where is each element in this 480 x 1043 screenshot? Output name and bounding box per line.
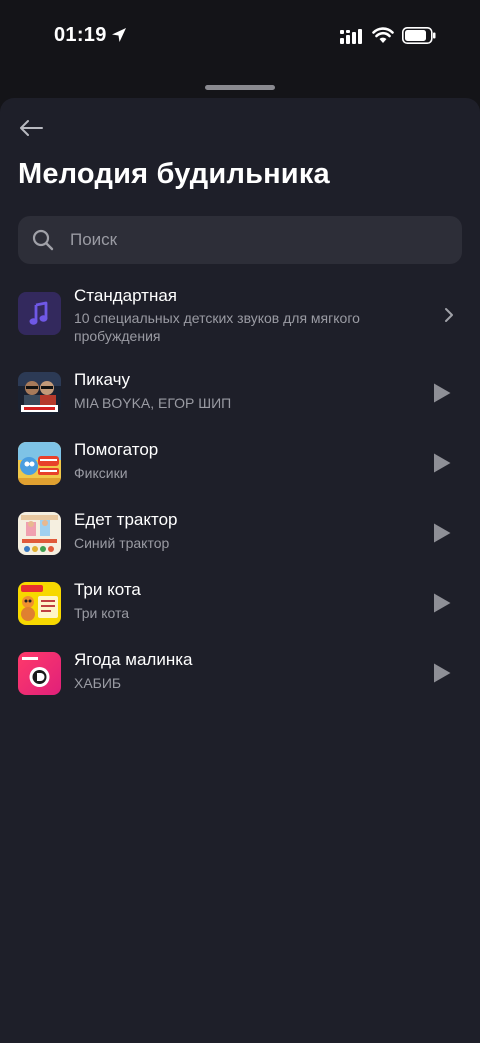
status-bar: 01:19 [0,0,480,70]
list-item-track[interactable]: Ягода малинка ХАБИБ [0,650,480,698]
track-artist: Три кота [74,605,130,621]
page-title: Мелодия будильника [18,158,330,190]
music-note-icon [29,301,48,325]
wifi-icon [372,27,394,43]
track-title: Пикачу [74,370,130,389]
track-title: Едет трактор [74,510,178,529]
play-icon[interactable] [432,662,452,684]
search-bar[interactable] [18,216,462,264]
search-input[interactable] [70,216,450,264]
album-art-image [18,582,61,625]
track-cover-pomogator [18,442,61,485]
cellular-signal-icon [340,29,362,44]
album-art-image [18,652,61,695]
location-arrow-icon [112,28,126,42]
standard-subtitle: 10 специальных детских звуков для мягког… [74,310,360,344]
album-art-image [18,442,61,485]
track-artist: ХАБИБ [74,675,122,691]
play-icon[interactable] [432,382,452,404]
play-icon[interactable] [432,452,452,474]
list-item-track[interactable]: Едет трактор Синий трактор [0,510,480,558]
play-icon[interactable] [432,592,452,614]
track-artist: MIA BOYKA, ЕГОР ШИП [74,395,232,411]
list-item-track[interactable]: Пикачу MIA BOYKA, ЕГОР ШИП [0,370,480,418]
standard-title: Стандартная [74,286,178,305]
track-cover-traktor [18,512,61,555]
album-art-image [18,512,61,555]
list-item-track[interactable]: Три кота Три кота [0,580,480,628]
track-artist: Синий трактор [74,535,170,551]
track-cover-pikachu [18,372,61,415]
chevron-right-icon [445,308,453,322]
track-title: Помогатор [74,440,159,459]
track-title: Ягода малинка [74,650,193,669]
back-arrow-icon[interactable] [16,116,46,140]
track-title: Три кота [74,580,141,599]
status-time: 01:19 [54,24,107,46]
album-art-image [18,372,61,415]
track-cover-tri-kota [18,582,61,625]
search-icon [32,229,54,251]
track-cover-yagoda-malinka [18,652,61,695]
alarm-melody-sheet: Мелодия будильника Стандартная 10 специа… [0,98,480,1043]
play-icon[interactable] [432,522,452,544]
list-item-track[interactable]: Помогатор Фиксики [0,440,480,488]
battery-icon [402,27,436,44]
track-artist: Фиксики [74,465,128,481]
list-item-standard[interactable]: Стандартная 10 специальных детских звуко… [0,284,480,350]
sheet-grabber[interactable] [205,85,275,90]
standard-cover [18,292,61,335]
